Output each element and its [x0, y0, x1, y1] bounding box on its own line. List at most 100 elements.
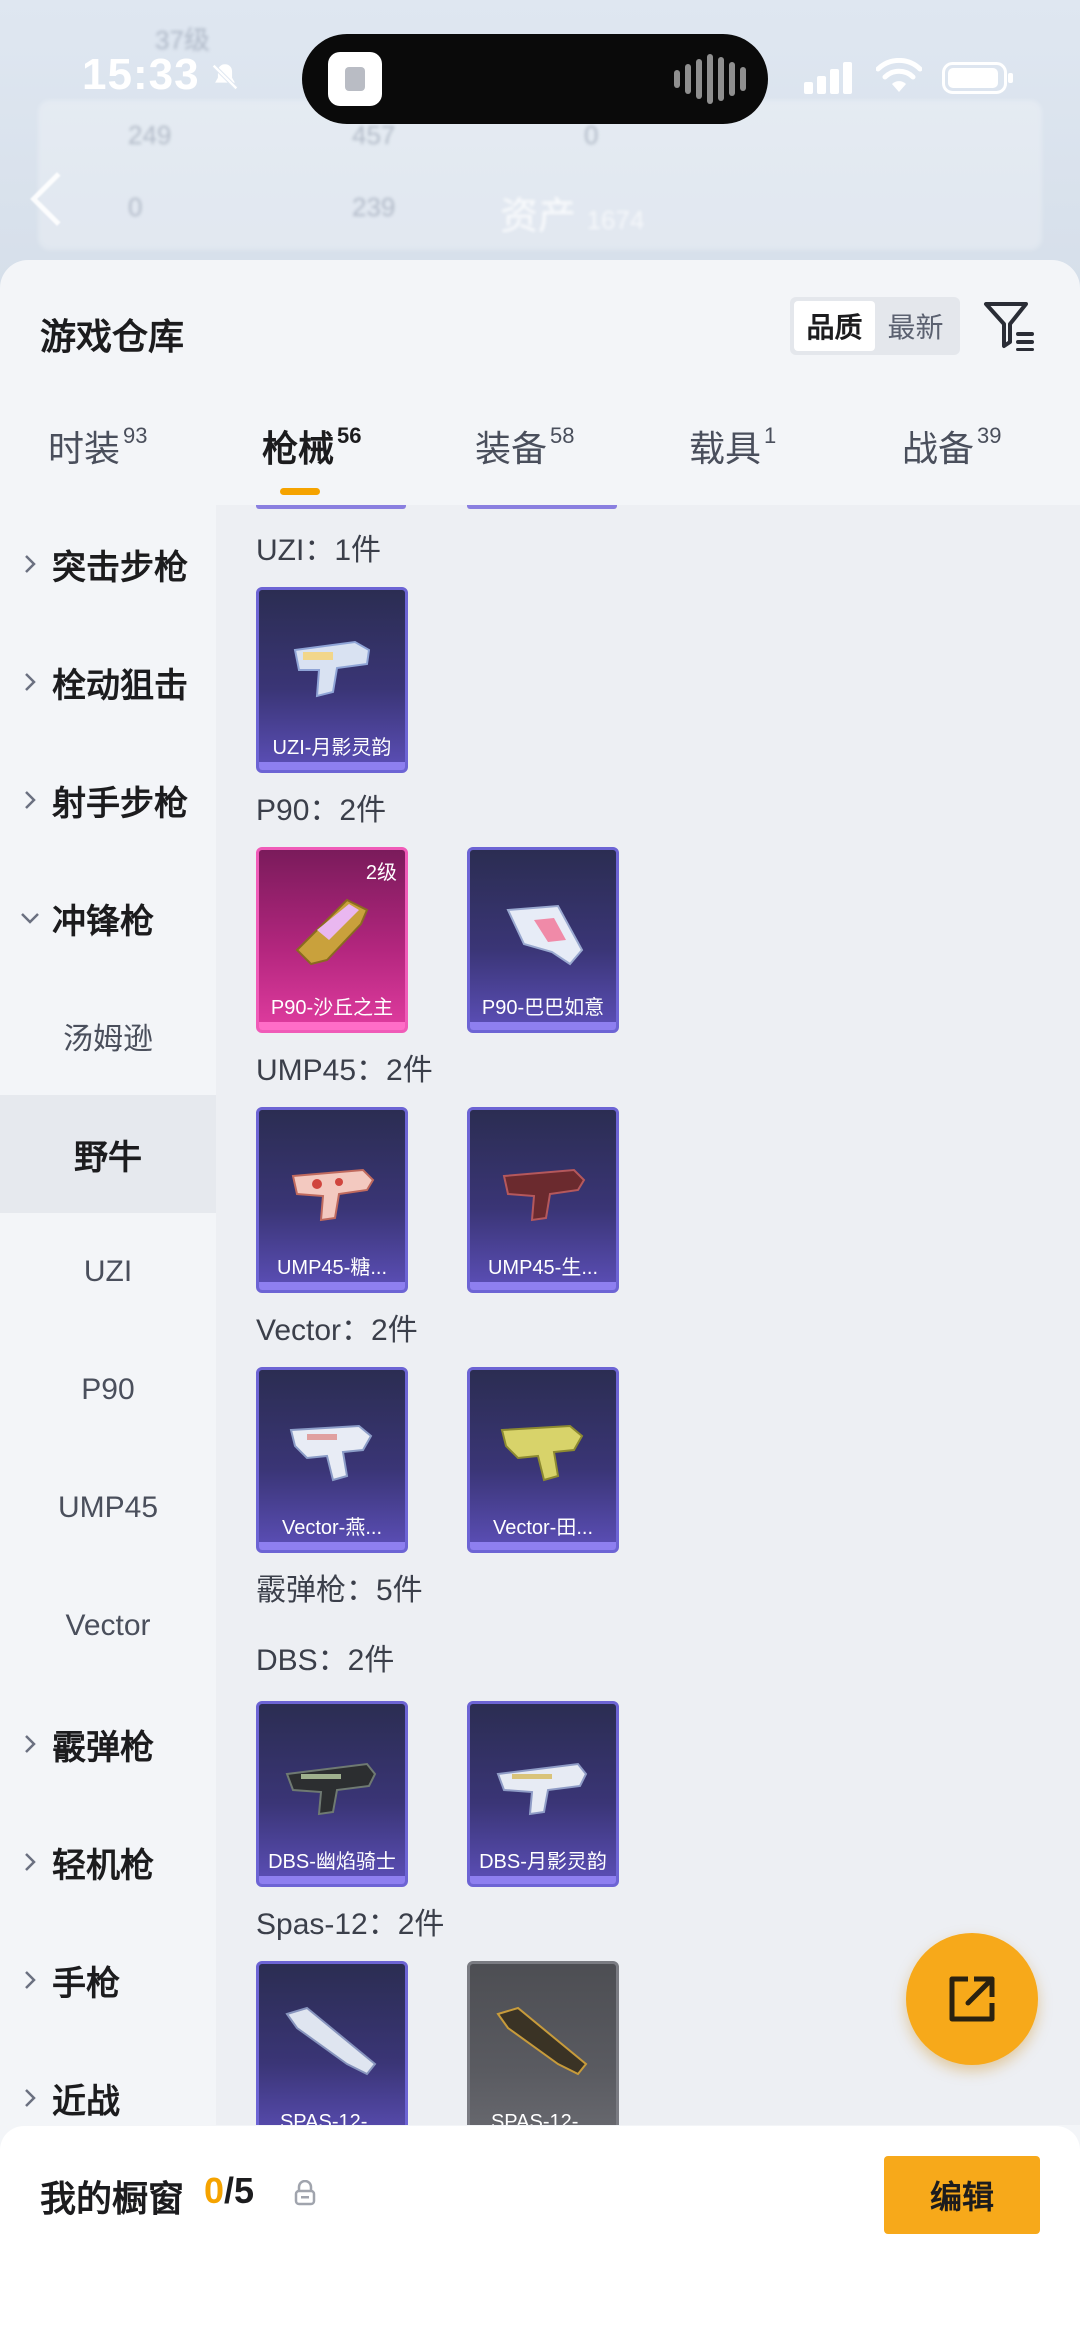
sidebar-item-smg[interactable]: 冲锋枪 [0, 859, 216, 977]
background-stat: 239 [352, 192, 396, 222]
tab-supplies[interactable]: 战备 39 [902, 420, 1002, 472]
showcase-count: 0/5 [204, 2170, 254, 2212]
chevron-right-icon [25, 673, 36, 691]
chevron-down-icon [21, 913, 39, 924]
audio-wave-icon [674, 54, 746, 104]
background-header: 37级 249 457 0 0 239 资产 1674 15:33 [0, 0, 1080, 290]
background-stat: 0 [128, 192, 143, 222]
group-label-uzi: UZI：1件 [256, 534, 382, 567]
share-icon [949, 1976, 995, 2022]
dynamic-island [302, 34, 768, 124]
chevron-right-icon [25, 791, 36, 809]
sidebar-item-marksman-rifle[interactable]: 射手步枪 [0, 741, 216, 859]
bell-muted-icon [212, 64, 238, 90]
ump45-icon [291, 1168, 375, 1222]
rarity-bar [259, 1282, 405, 1290]
vector-icon [289, 1424, 373, 1482]
shotgun-icon [285, 1762, 377, 1816]
group-label-shotgun: 霰弹枪：5件 [256, 1574, 423, 1607]
background-asset: 资产 1674 [500, 185, 644, 240]
sort-latest-button[interactable]: 最新 [875, 301, 956, 351]
skin-card[interactable]: UMP45-生... [467, 1107, 619, 1293]
filter-icon[interactable] [982, 300, 1038, 352]
vector-icon [500, 1424, 584, 1482]
sidebar-subitem-thompson[interactable]: 汤姆逊 [0, 977, 216, 1095]
ump45-icon [502, 1168, 586, 1222]
chevron-right-icon [25, 1971, 36, 1989]
smg-icon [293, 640, 371, 698]
background-stat: 249 [128, 120, 172, 150]
skin-card[interactable]: SPAS-12-... [256, 1961, 408, 2125]
card-edge [256, 505, 406, 509]
rarity-bar [470, 1542, 616, 1550]
app-icon [328, 52, 382, 106]
skin-card[interactable]: SPAS-12-... [467, 1961, 619, 2125]
group-label-ump45: UMP45：2件 [256, 1054, 433, 1087]
chevron-right-icon [25, 555, 36, 573]
status-time: 15:33 [82, 50, 200, 99]
rarity-bar [470, 1282, 616, 1290]
shotgun-icon [285, 2006, 377, 2076]
rarity-bar [470, 1876, 616, 1884]
p90-icon [295, 898, 369, 966]
showcase-current: 0 [204, 2170, 225, 2211]
skin-card[interactable]: UMP45-糖... [256, 1107, 408, 1293]
wifi-icon [876, 58, 922, 92]
tab-equipment[interactable]: 装备 58 [475, 420, 575, 472]
background-asset-value: 1674 [586, 205, 645, 235]
sidebar-item-shotgun[interactable]: 霰弹枪 [0, 1685, 216, 1803]
shotgun-icon [496, 1762, 588, 1816]
background-stat: 457 [352, 120, 396, 150]
rarity-bar [259, 762, 405, 770]
sidebar-subitem-vector[interactable]: Vector [0, 1567, 216, 1685]
sidebar-item-pistol[interactable]: 手枪 [0, 1921, 216, 2039]
sidebar-item-lmg[interactable]: 轻机枪 [0, 1803, 216, 1921]
tab-fashion[interactable]: 时装 93 [48, 420, 148, 472]
sidebar-subitem-bizon[interactable]: 野牛 [0, 1095, 216, 1213]
battery-icon [942, 62, 1013, 94]
active-tab-indicator [280, 488, 320, 495]
showcase-title: 我的橱窗 [40, 2178, 185, 2219]
skin-card[interactable]: DBS-月影灵韵 [467, 1701, 619, 1887]
skin-card[interactable]: P90-巴巴如意 [467, 847, 619, 1033]
category-tabs: 时装 93 枪械 56 装备 58 载具 1 战备 39 [0, 420, 1080, 500]
weapon-category-sidebar: 突击步枪 栓动狙击 射手步枪 冲锋枪 汤姆逊 野牛 UZI P90 UMP45 … [0, 505, 216, 2125]
sidebar-subitem-uzi[interactable]: UZI [0, 1213, 216, 1331]
rarity-bar [259, 1022, 405, 1030]
background-stat: 0 [584, 120, 599, 150]
p90-icon [506, 904, 584, 966]
background-asset-label: 资产 [500, 196, 577, 238]
tab-firearms[interactable]: 枪械 56 [262, 420, 362, 472]
weapon-skin-list[interactable]: UZI：1件 UZI-月影灵韵 P90：2件 2级 P90-沙丘之主 P90-巴… [216, 505, 1080, 2125]
group-label-dbs: DBS：2件 [256, 1644, 395, 1677]
skin-card[interactable]: DBS-幽焰骑士 [256, 1701, 408, 1887]
rarity-bar [259, 1876, 405, 1884]
skin-card[interactable]: UZI-月影灵韵 [256, 587, 408, 773]
cellular-signal-icon [804, 62, 852, 94]
sort-toggle: 品质 最新 [790, 297, 960, 355]
rarity-bar [259, 1542, 405, 1550]
showcase-total: /5 [224, 2170, 255, 2211]
lock-icon [294, 2180, 316, 2206]
chevron-right-icon [25, 2089, 36, 2107]
group-label-vector: Vector：2件 [256, 1314, 418, 1347]
chevron-right-icon [25, 1853, 36, 1871]
showcase-bar: 我的橱窗 0/5 编辑 [0, 2126, 1080, 2347]
page-title: 游戏仓库 [40, 316, 185, 357]
skin-card[interactable]: Vector-田... [467, 1367, 619, 1553]
group-label-spas12: Spas-12：2件 [256, 1908, 445, 1941]
tab-vehicles[interactable]: 载具 1 [689, 420, 776, 472]
chevron-right-icon [25, 1735, 36, 1753]
sidebar-subitem-p90[interactable]: P90 [0, 1331, 216, 1449]
shotgun-icon [496, 2006, 588, 2076]
sidebar-subitem-ump45[interactable]: UMP45 [0, 1449, 216, 1567]
rarity-bar [470, 1022, 616, 1030]
card-edge [467, 505, 617, 509]
edit-button[interactable]: 编辑 [884, 2156, 1040, 2234]
sidebar-item-assault-rifle[interactable]: 突击步枪 [0, 505, 216, 623]
sort-quality-button[interactable]: 品质 [794, 301, 875, 351]
share-button[interactable] [906, 1933, 1038, 2065]
skin-card[interactable]: 2级 P90-沙丘之主 [256, 847, 408, 1033]
sidebar-item-bolt-sniper[interactable]: 栓动狙击 [0, 623, 216, 741]
skin-card[interactable]: Vector-燕... [256, 1367, 408, 1553]
